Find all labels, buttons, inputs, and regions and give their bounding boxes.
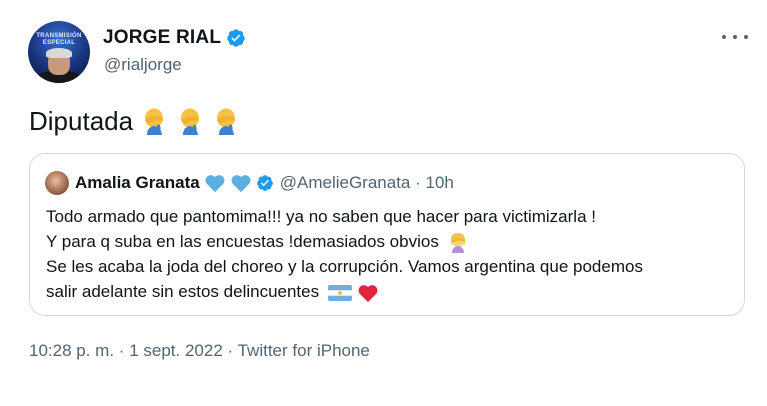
- tweet-metadata: 10:28 p. m. · 1 sept. 2022 · Twitter for…: [29, 341, 370, 361]
- avatar-hair: [46, 48, 72, 58]
- avatar-banner-text: TRANSMISIÓN ESPECIAL: [36, 33, 82, 46]
- red-heart-icon: [358, 284, 378, 302]
- author-display-name[interactable]: JORGE RIAL: [103, 27, 221, 49]
- author-avatar[interactable]: TRANSMISIÓN ESPECIAL: [28, 21, 90, 83]
- quoted-text-line: Se les acaba la joda del choreo y la cor…: [46, 257, 643, 276]
- verified-badge-icon: [227, 29, 245, 47]
- quoted-tweet-header: Amalia Granata @AmelieGranata · 10h: [45, 171, 454, 195]
- blue-heart-icon: [231, 175, 251, 193]
- quoted-tweet-text: Todo armado que pantomima!!! ya no saben…: [46, 204, 736, 304]
- quoted-author-avatar: [45, 171, 69, 195]
- tweet-date[interactable]: 1 sept. 2022: [129, 341, 223, 360]
- quoted-author-name: Amalia Granata: [75, 173, 200, 192]
- tweet: TRANSMISIÓN ESPECIAL JORGE RIAL @rialjor…: [0, 0, 767, 406]
- argentina-flag-icon: [327, 284, 352, 301]
- quoted-tweet[interactable]: Amalia Granata @AmelieGranata · 10h Todo…: [29, 153, 745, 316]
- quoted-text-line-content: Y para q suba en las encuestas !demasiad…: [46, 232, 439, 251]
- tweet-text-content: Diputada: [29, 106, 134, 136]
- quoted-text-line: Todo armado que pantomima!!! ya no saben…: [46, 207, 596, 226]
- tweet-source[interactable]: Twitter for iPhone: [238, 341, 370, 360]
- quoted-text-line-content: salir adelante sin estos delincuentes: [46, 282, 320, 301]
- meta-separator: ·: [227, 341, 234, 360]
- facepalm-icon: [145, 108, 164, 135]
- verified-badge-icon: [256, 175, 273, 191]
- author-name-row: JORGE RIAL: [103, 27, 246, 49]
- woman-facepalming-icon: [450, 232, 465, 253]
- tweet-text: Diputada: [29, 106, 241, 137]
- author-handle[interactable]: @rialjorge: [104, 55, 182, 75]
- more-dot-icon: [722, 35, 726, 39]
- tweet-time[interactable]: 10:28 p. m.: [29, 341, 114, 360]
- more-dot-icon: [733, 35, 737, 39]
- more-options-button[interactable]: [722, 30, 748, 44]
- more-dot-icon: [744, 35, 748, 39]
- blue-heart-icon: [205, 175, 225, 193]
- facepalm-icon: [217, 108, 236, 135]
- quoted-text-line: Y para q suba en las encuestas !demasiad…: [46, 229, 736, 254]
- meta-separator: ·: [118, 341, 125, 360]
- quoted-text-line: salir adelante sin estos delincuentes: [46, 279, 736, 304]
- quoted-handle-time: @AmelieGranata · 10h: [279, 173, 454, 192]
- facepalm-icon: [181, 108, 200, 135]
